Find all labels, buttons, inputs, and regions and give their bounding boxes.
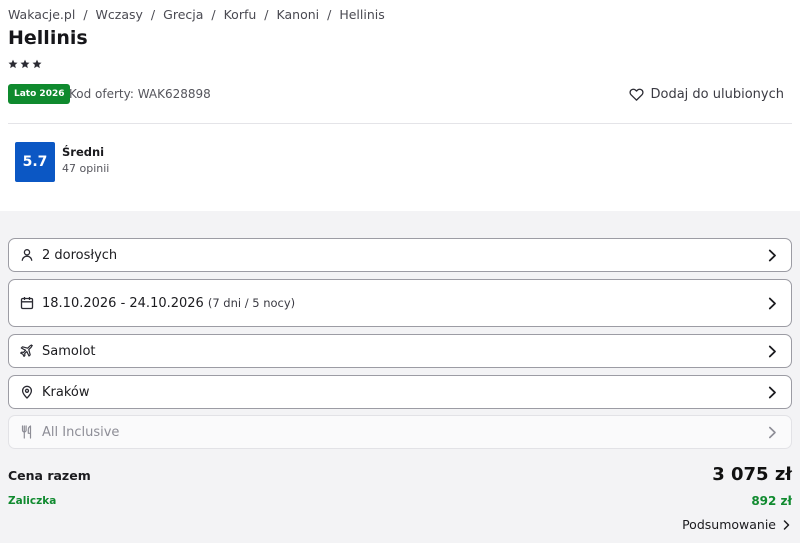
- hotel-stars: [8, 59, 42, 69]
- duration-value: (7 dni / 5 nocy): [207, 295, 296, 310]
- divider: [8, 123, 792, 124]
- breadcrumb-separator: /: [83, 7, 88, 22]
- offer-code: Kod oferty: WAK628898: [69, 87, 211, 101]
- deposit-value: 892 zł: [751, 494, 792, 508]
- offer-header: Wakacje.pl / Wczasy / Grecja / Korfu / K…: [0, 0, 800, 211]
- total-price-label: Cena razem: [8, 468, 91, 483]
- star-icon: [8, 59, 18, 69]
- breadcrumb-separator: /: [264, 7, 269, 22]
- breadcrumb-separator: /: [327, 7, 332, 22]
- breadcrumb-separator: /: [211, 7, 216, 22]
- add-to-favorites-button[interactable]: Dodaj do ulubionych: [628, 87, 785, 102]
- breadcrumb: Wakacje.pl / Wczasy / Grecja / Korfu / K…: [8, 7, 385, 22]
- breadcrumb-item-country[interactable]: Grecja: [163, 7, 203, 22]
- chevron-right-icon: [767, 248, 777, 262]
- chevron-right-icon: [767, 385, 777, 399]
- person-icon: [20, 248, 34, 262]
- star-icon: [32, 59, 42, 69]
- chevron-right-icon: [767, 296, 777, 310]
- location-pin-icon: [20, 385, 34, 399]
- add-to-favorites-label: Dodaj do ulubionych: [650, 87, 785, 102]
- departure-value: Kraków: [42, 384, 90, 400]
- review-count-link[interactable]: 47 opinii: [62, 162, 109, 175]
- page-title: Hellinis: [8, 27, 88, 49]
- breadcrumb-item-region[interactable]: Korfu: [224, 7, 257, 22]
- calendar-icon: [20, 296, 34, 310]
- departure-selector[interactable]: Kraków: [8, 375, 792, 409]
- star-icon: [20, 59, 30, 69]
- transport-selector[interactable]: Samolot: [8, 334, 792, 368]
- dates-selector[interactable]: 18.10.2026 - 24.10.2026 (7 dni / 5 nocy): [8, 279, 792, 327]
- dates-range: 18.10.2026 - 24.10.2026: [42, 295, 204, 311]
- breadcrumb-item-city[interactable]: Kanoni: [277, 7, 320, 22]
- heart-icon: [628, 88, 644, 101]
- travelers-selector[interactable]: 2 dorosłych: [8, 238, 792, 272]
- breadcrumb-item-home[interactable]: Wakacje.pl: [8, 7, 75, 22]
- summary-label: Podsumowanie: [682, 517, 776, 532]
- board-value: All Inclusive: [42, 424, 120, 440]
- breadcrumb-item-wczasy[interactable]: Wczasy: [96, 7, 143, 22]
- travelers-value: 2 dorosłych: [42, 247, 118, 263]
- chevron-right-icon: [767, 425, 777, 439]
- board-selector: All Inclusive: [8, 415, 792, 449]
- deposit-label: Zaliczka: [8, 495, 57, 507]
- rating-label: Średni: [62, 145, 105, 159]
- plane-icon: [20, 344, 34, 358]
- total-price-value: 3 075 zł: [712, 464, 792, 485]
- summary-link[interactable]: Podsumowanie: [682, 517, 790, 532]
- season-badge: Lato 2026: [8, 84, 71, 104]
- dates-value: 18.10.2026 - 24.10.2026 (7 dni / 5 nocy): [42, 296, 295, 311]
- breadcrumb-separator: /: [150, 7, 156, 22]
- transport-value: Samolot: [42, 343, 96, 359]
- chevron-right-icon: [767, 344, 777, 358]
- rating-score[interactable]: 5.7: [15, 142, 55, 182]
- breadcrumb-item-current: Hellinis: [339, 7, 385, 22]
- fork-knife-icon: [20, 425, 34, 439]
- chevron-right-icon: [783, 519, 790, 530]
